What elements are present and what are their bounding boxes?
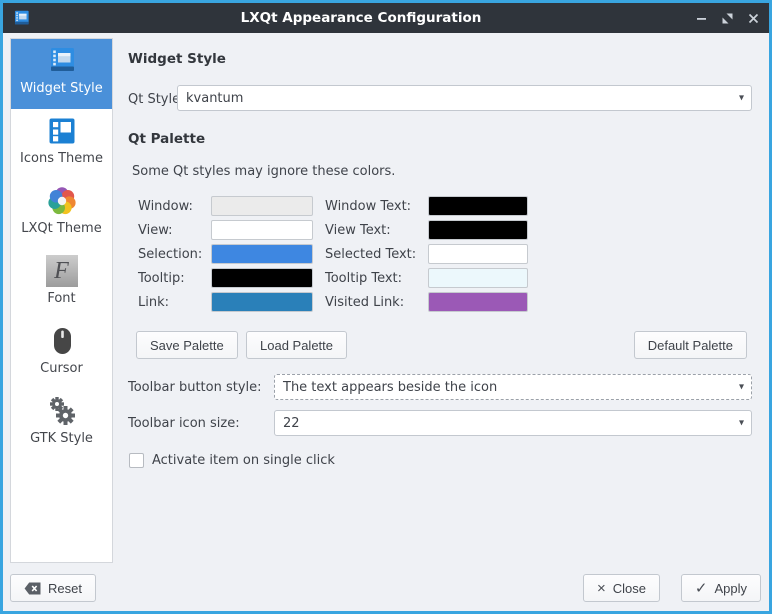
sidebar-item-cursor[interactable]: Cursor	[11, 319, 112, 389]
apply-button[interactable]: ✓ Apply	[681, 574, 761, 602]
toolbar-button-style-combobox[interactable]: The text appears beside the icon ▾	[274, 374, 752, 400]
widget-style-icon	[46, 45, 78, 77]
default-palette-button[interactable]: Default Palette	[634, 331, 747, 359]
view-color-swatch[interactable]	[211, 220, 313, 240]
save-palette-button[interactable]: Save Palette	[136, 331, 238, 359]
widget-style-header: Widget Style	[128, 51, 226, 67]
sidebar-item-label: LXQt Theme	[21, 221, 101, 236]
palette-grid: Window: Window Text: View: View Text: Se…	[138, 194, 528, 314]
tooltip-color-swatch[interactable]	[211, 268, 313, 288]
palette-label-view-text: View Text:	[325, 223, 428, 238]
palette-note: Some Qt styles may ignore these colors.	[132, 164, 395, 179]
qt-style-value: kvantum	[186, 91, 243, 106]
palette-label-link: Link:	[138, 295, 211, 310]
chevron-down-icon: ▾	[739, 93, 744, 104]
single-click-checkbox[interactable]	[129, 453, 144, 468]
minimize-button[interactable]	[695, 12, 707, 24]
chevron-down-icon: ▾	[739, 382, 744, 393]
single-click-label: Activate item on single click	[152, 453, 335, 468]
window-color-swatch[interactable]	[211, 196, 313, 216]
gtk-style-gears-icon	[46, 395, 78, 427]
close-x-icon: ×	[597, 581, 606, 596]
toolbar-button-style-label: Toolbar button style:	[128, 380, 262, 395]
qt-style-combobox[interactable]: kvantum ▾	[177, 85, 752, 111]
close-window-button[interactable]	[747, 12, 759, 24]
palette-label-selection: Selection:	[138, 247, 211, 262]
app-window-icon	[12, 9, 31, 28]
sidebar-item-lxqt-theme[interactable]: LXQt Theme	[11, 179, 112, 249]
backspace-icon	[24, 582, 41, 595]
qt-palette-header: Qt Palette	[128, 131, 205, 147]
sidebar-item-widget-style[interactable]: Widget Style	[11, 39, 112, 109]
qt-style-label: Qt Style	[128, 92, 180, 107]
load-palette-button[interactable]: Load Palette	[246, 331, 347, 359]
palette-label-window-text: Window Text:	[325, 199, 428, 214]
toolbar-button-style-value: The text appears beside the icon	[283, 380, 497, 395]
checkmark-icon: ✓	[695, 581, 708, 596]
link-color-swatch[interactable]	[211, 292, 313, 312]
sidebar-item-label: Cursor	[40, 361, 83, 376]
icons-theme-icon	[46, 115, 78, 147]
sidebar-item-label: Widget Style	[20, 81, 103, 96]
close-button[interactable]: × Close	[583, 574, 660, 602]
sidebar-item-font[interactable]: F Font	[11, 249, 112, 319]
lxqt-theme-icon	[46, 185, 78, 217]
palette-label-selected-text: Selected Text:	[325, 247, 428, 262]
window-text-color-swatch[interactable]	[428, 196, 528, 216]
view-text-color-swatch[interactable]	[428, 220, 528, 240]
selected-text-color-swatch[interactable]	[428, 244, 528, 264]
palette-label-visited-link: Visited Link:	[325, 295, 428, 310]
tooltip-text-color-swatch[interactable]	[428, 268, 528, 288]
titlebar[interactable]: LXQt Appearance Configuration	[3, 3, 769, 33]
visited-link-color-swatch[interactable]	[428, 292, 528, 312]
sidebar-item-label: Font	[47, 291, 75, 306]
palette-label-window: Window:	[138, 199, 211, 214]
restore-button[interactable]	[721, 12, 733, 24]
category-sidebar: Widget Style Icons Theme	[10, 38, 113, 563]
toolbar-icon-size-label: Toolbar icon size:	[128, 416, 240, 431]
sidebar-item-label: Icons Theme	[20, 151, 103, 166]
palette-label-tooltip-text: Tooltip Text:	[325, 271, 428, 286]
font-icon: F	[46, 255, 78, 287]
lxqt-appearance-window: LXQt Appearance Configuration	[0, 0, 772, 614]
reset-button[interactable]: Reset	[10, 574, 96, 602]
window-controls	[695, 3, 759, 33]
toolbar-icon-size-combobox[interactable]: 22 ▾	[274, 410, 752, 436]
palette-label-tooltip: Tooltip:	[138, 271, 211, 286]
sidebar-item-gtk-style[interactable]: GTK Style	[11, 389, 112, 459]
cursor-mouse-icon	[46, 325, 78, 357]
toolbar-icon-size-value: 22	[283, 416, 300, 431]
chevron-down-icon: ▾	[739, 418, 744, 429]
palette-label-view: View:	[138, 223, 211, 238]
selection-color-swatch[interactable]	[211, 244, 313, 264]
window-title: LXQt Appearance Configuration	[43, 10, 679, 26]
sidebar-item-label: GTK Style	[30, 431, 93, 446]
sidebar-item-icons-theme[interactable]: Icons Theme	[11, 109, 112, 179]
